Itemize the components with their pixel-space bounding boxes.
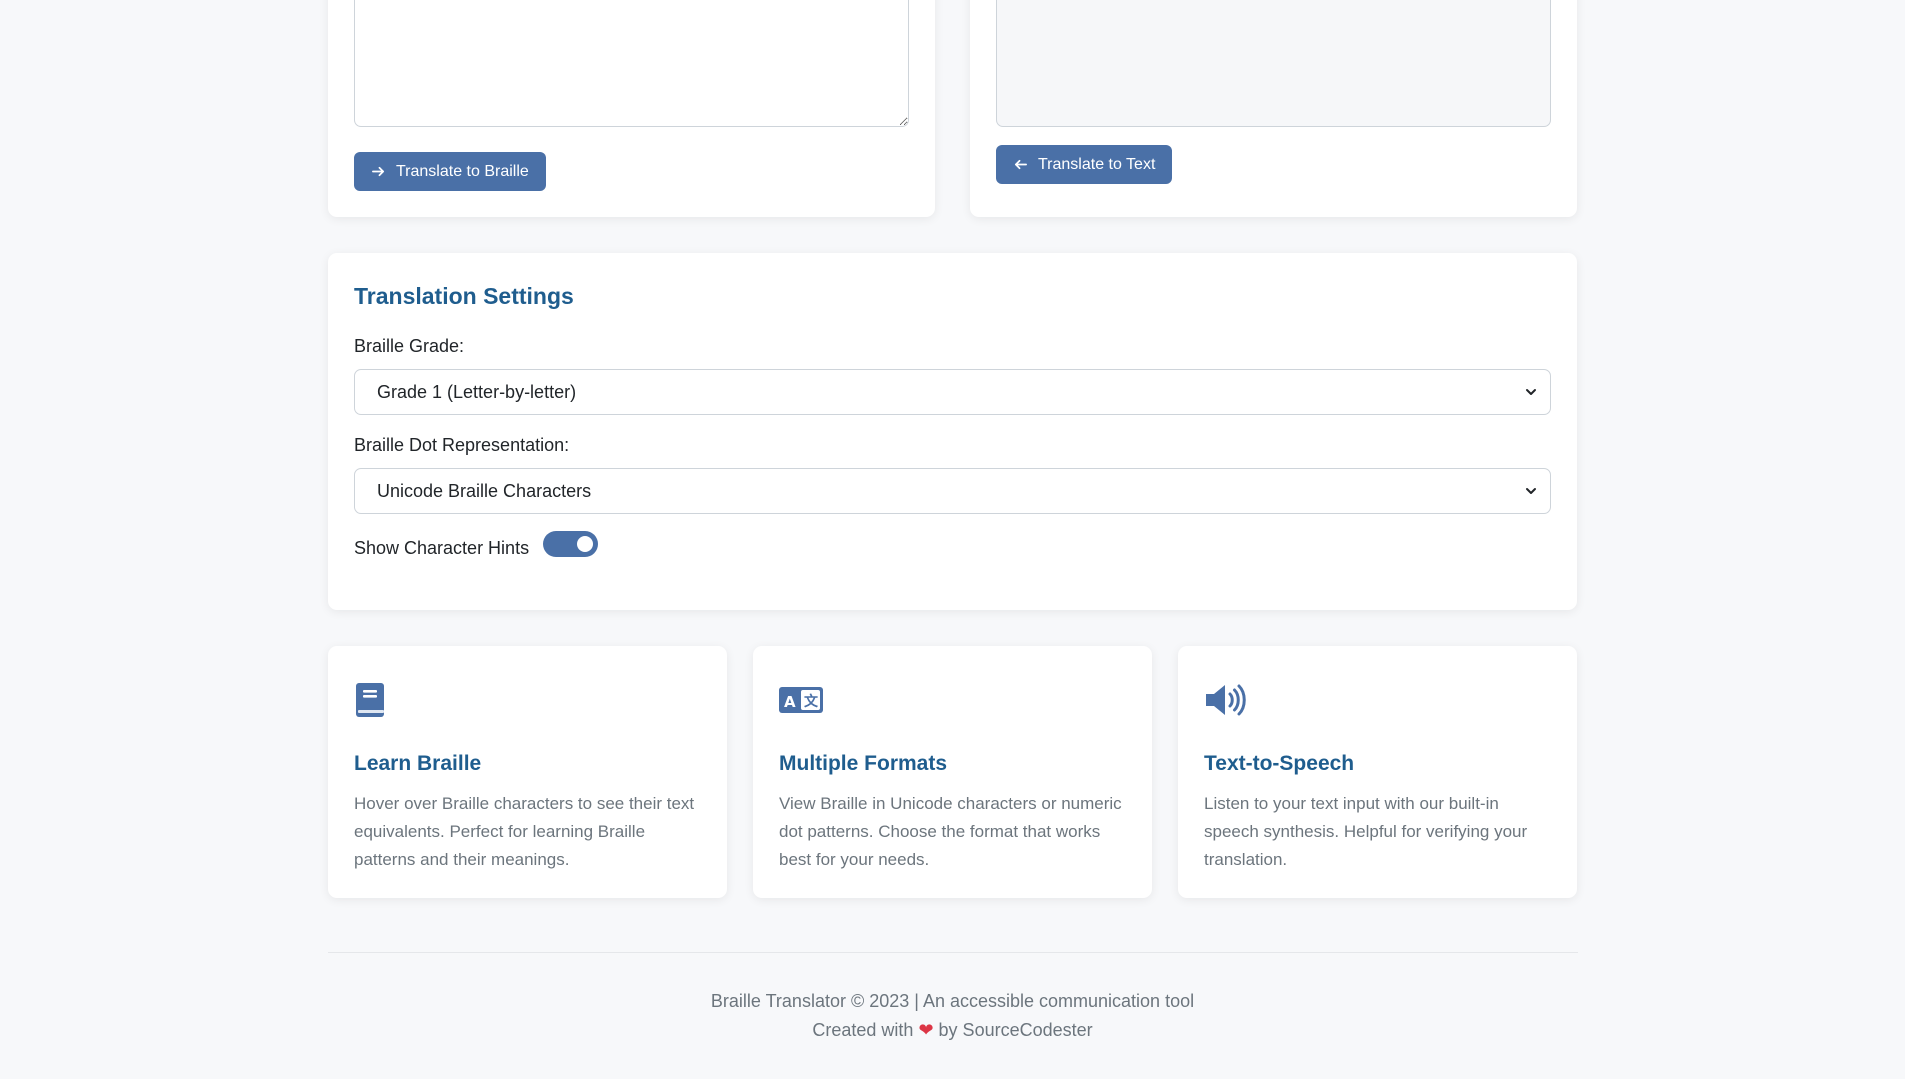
svg-text:文: 文 xyxy=(804,693,819,710)
feature-title: Learn Braille xyxy=(354,752,482,775)
book-icon xyxy=(356,683,384,717)
footer-divider xyxy=(328,952,1578,953)
character-hints-label: Show Character Hints xyxy=(354,538,530,558)
chevron-down-icon xyxy=(1526,389,1536,395)
footer-line-1: Braille Translator © 2023 | An accessibl… xyxy=(0,991,1905,1012)
feature-title: Multiple Formats xyxy=(779,752,948,775)
footer-line-2: Created with ❤ by SourceCodester xyxy=(0,1020,1905,1041)
feature-title: Text-to-Speech xyxy=(1204,752,1355,775)
translate-to-text-label: Translate to Text xyxy=(1038,155,1156,173)
text-input[interactable] xyxy=(354,0,909,127)
feature-card-text-to-speech: Text-to-Speech Listen to your text input… xyxy=(1178,646,1577,898)
dot-representation-label: Braille Dot Representation: xyxy=(354,435,570,455)
feature-description: Hover over Braille characters to see the… xyxy=(354,794,695,869)
braille-output-card: Translate to Text xyxy=(970,0,1577,217)
character-hints-toggle[interactable] xyxy=(543,531,598,557)
volume-icon xyxy=(1206,684,1246,716)
language-icon: A 文 xyxy=(779,687,823,713)
chevron-down-icon xyxy=(1526,488,1536,494)
braille-grade-value: Grade 1 (Letter-by-letter) xyxy=(377,381,577,402)
translate-to-text-button[interactable]: Translate to Text xyxy=(996,145,1173,184)
footer-author: by SourceCodester xyxy=(938,1020,1093,1040)
braille-grade-select[interactable]: Grade 1 (Letter-by-letter) xyxy=(354,369,1551,415)
text-input-card: Translate to Braille xyxy=(328,0,935,217)
translate-to-braille-button[interactable]: Translate to Braille xyxy=(354,152,546,191)
page: Translate to Braille Translate to Text T… xyxy=(0,0,1905,1079)
translate-to-braille-label: Translate to Braille xyxy=(396,162,529,180)
feature-card-multiple-formats: A 文 Multiple Formats View Braille in Uni… xyxy=(753,646,1152,898)
settings-card: Translation Settings Braille Grade: Grad… xyxy=(328,253,1577,610)
settings-title: Translation Settings xyxy=(354,283,574,309)
feature-card-learn-braille: Learn Braille Hover over Braille charact… xyxy=(328,646,727,898)
feature-description: Listen to your text input with our built… xyxy=(1204,794,1528,869)
footer-created-with: Created with xyxy=(812,1020,914,1040)
braille-grade-label: Braille Grade: xyxy=(354,336,465,356)
arrow-right-icon xyxy=(372,166,385,177)
arrow-left-icon xyxy=(1014,159,1027,170)
feature-description: View Braille in Unicode characters or nu… xyxy=(779,794,1122,869)
heart-icon: ❤ xyxy=(918,1020,934,1040)
braille-output[interactable] xyxy=(996,0,1551,127)
dot-representation-select[interactable]: Unicode Braille Characters xyxy=(354,468,1551,514)
svg-text:A: A xyxy=(784,693,796,711)
dot-representation-value: Unicode Braille Characters xyxy=(377,480,592,501)
toggle-knob xyxy=(577,536,593,552)
footer-copyright: Braille Translator © 2023 | An accessibl… xyxy=(710,991,1195,1011)
